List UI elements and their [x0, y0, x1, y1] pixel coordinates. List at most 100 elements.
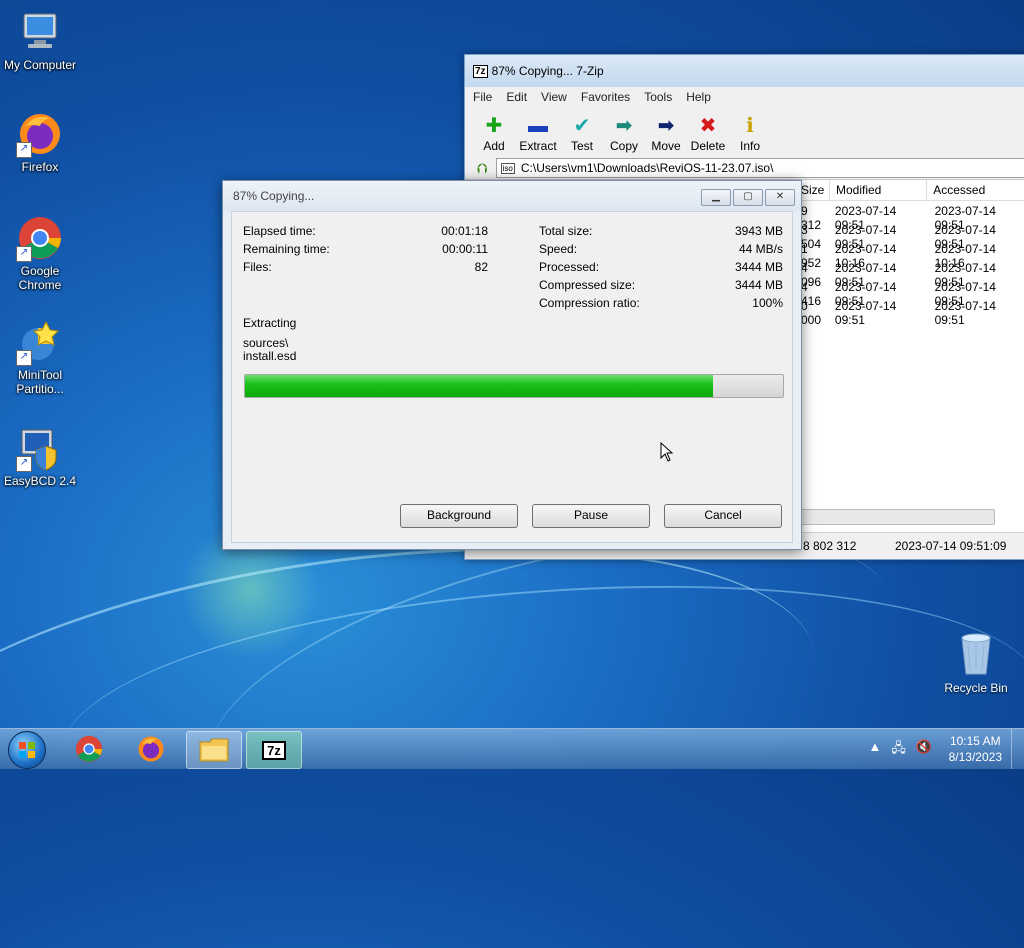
- cell-modified: 2023-07-14 09:51: [834, 280, 897, 308]
- column-modified[interactable]: Modified: [830, 180, 928, 200]
- move-button[interactable]: ➡ Move: [645, 113, 687, 157]
- dialog-title: 87% Copying...: [233, 189, 315, 203]
- clock[interactable]: 10:15 AM 8/13/2023: [949, 733, 1002, 765]
- test-button[interactable]: ✔ Test: [561, 113, 603, 157]
- delete-button[interactable]: ✖ Delete: [687, 113, 729, 157]
- wallpaper-swoosh: [0, 494, 838, 948]
- table-row[interactable]: 0 000 2023-07-14 09:51 2023-07-14 09:51: [795, 296, 1024, 327]
- progress-bar: [244, 374, 784, 398]
- cell-accessed: 2023-07-14 09:51: [934, 204, 996, 232]
- taskbar-firefox[interactable]: [124, 731, 178, 767]
- desktop-icon-firefox[interactable]: ↗ Firefox: [0, 110, 80, 174]
- button-label: Move: [651, 139, 681, 153]
- status-size: 8 802 312: [803, 539, 857, 553]
- files-label: Files:: [243, 260, 272, 274]
- desktop-icon-label: EasyBCD 2.4: [3, 474, 77, 488]
- up-folder-icon[interactable]: ⮉: [477, 160, 488, 177]
- compression-ratio-value: 100%: [752, 296, 783, 310]
- arrow-right-icon: ➡: [657, 115, 675, 137]
- menu-help[interactable]: Help: [686, 90, 711, 104]
- taskbar-file-explorer[interactable]: [186, 731, 242, 769]
- desktop-icon-my-computer[interactable]: My Computer: [0, 8, 80, 72]
- toolbar: ✚ Add ▬ Extract ✔ Test ➡ Copy ➡ Move ✖ Delete …: [465, 107, 1024, 157]
- menu-edit[interactable]: Edit: [506, 90, 527, 104]
- files-value: 82: [474, 260, 488, 274]
- table-row[interactable]: 4 416 2023-07-14 09:51 2023-07-14 09:51: [795, 277, 1024, 308]
- cell-modified: 2023-07-14 09:51: [834, 204, 897, 232]
- action-text: Extracting: [243, 316, 297, 330]
- minitool-icon: ↗: [16, 318, 64, 366]
- show-desktop-button[interactable]: [1011, 729, 1024, 769]
- cancel-button[interactable]: Cancel: [664, 504, 782, 528]
- menu-view[interactable]: View: [541, 90, 567, 104]
- plus-icon: ✚: [485, 115, 503, 137]
- table-row[interactable]: 4 096 2023-07-14 09:51 2023-07-14 09:51: [795, 258, 1024, 289]
- horizontal-scrollbar[interactable]: [801, 509, 995, 525]
- show-hidden-icons-icon[interactable]: ▲: [868, 739, 881, 761]
- mouse-cursor-icon: [660, 442, 674, 462]
- taskbar-chrome[interactable]: [62, 731, 116, 767]
- cell-accessed: 2023-07-14 09:51: [934, 223, 996, 251]
- shortcut-arrow-icon: ↗: [16, 142, 32, 158]
- table-row[interactable]: 9 312 2023-07-14 09:51 2023-07-14 09:51: [795, 201, 1024, 232]
- info-button[interactable]: ℹ Info: [729, 113, 771, 157]
- desktop-icon-easybcd[interactable]: ↗ EasyBCD 2.4: [0, 424, 80, 488]
- firefox-icon: ↗: [16, 110, 64, 158]
- copy-progress-dialog[interactable]: 87% Copying... ▁ ▢ ✕ Elapsed time: 00:01…: [222, 180, 802, 550]
- taskbar-7zip[interactable]: 7z: [246, 731, 302, 769]
- current-path-file: install.esd: [243, 349, 297, 363]
- button-label: Info: [739, 139, 760, 153]
- pause-button[interactable]: Pause: [532, 504, 650, 528]
- 7zip-titlebar[interactable]: 7z 87% Copying... 7-Zip: [465, 55, 1024, 87]
- recycle-bin-icon: [961, 633, 991, 675]
- check-icon: ✔: [573, 115, 591, 137]
- menu-favorites[interactable]: Favorites: [581, 90, 630, 104]
- shortcut-arrow-icon: ↗: [16, 456, 32, 472]
- cell-modified: 2023-07-14 09:51: [834, 261, 897, 289]
- iso-file-icon: iso: [500, 162, 515, 174]
- extract-button[interactable]: ▬ Extract: [515, 113, 561, 157]
- total-size-label: Total size:: [539, 224, 593, 238]
- cell-accessed: 2023-07-14 09:51: [934, 261, 996, 289]
- folder-icon: [199, 738, 229, 762]
- table-row[interactable]: 3 504 2023-07-14 09:51 2023-07-14 09:51: [795, 220, 1024, 251]
- start-button[interactable]: [8, 731, 46, 769]
- current-path-folder: sources\: [243, 336, 289, 350]
- status-date: 2023-07-14 09:51:09: [895, 539, 1007, 553]
- easybcd-icon: ↗: [16, 424, 64, 472]
- volume-muted-icon[interactable]: 🔇: [916, 739, 932, 761]
- close-button[interactable]: ✕: [765, 189, 795, 206]
- 7zip-logo-icon: 7z: [473, 64, 488, 78]
- button-label: Test: [570, 139, 593, 153]
- desktop-icon-label: Recycle Bin: [944, 681, 1008, 695]
- dialog-body: Elapsed time: 00:01:18 Remaining time: 0…: [231, 211, 793, 543]
- background-button[interactable]: Background: [400, 504, 518, 528]
- clock-time: 10:15 AM: [949, 734, 1001, 748]
- minus-icon: ▬: [528, 115, 548, 137]
- desktop-icon-label: MiniTool Partitio...: [16, 368, 64, 396]
- desktop-icon-minitool[interactable]: ↗ MiniTool Partitio...: [0, 318, 80, 396]
- processed-value: 3444 MB: [734, 260, 783, 274]
- menu-tools[interactable]: Tools: [644, 90, 672, 104]
- menu-file[interactable]: File: [473, 90, 492, 104]
- minimize-button[interactable]: ▁: [701, 189, 731, 206]
- add-button[interactable]: ✚ Add: [473, 113, 515, 157]
- path-field[interactable]: iso C:\Users\vm1\Downloads\ReviOS-11-23.…: [495, 158, 1024, 178]
- desktop-icon-chrome[interactable]: ↗ Google Chrome: [0, 214, 80, 292]
- button-label: Add: [483, 139, 505, 153]
- cell-accessed: 2023-07-14 10:16: [934, 242, 996, 270]
- cell-modified: 2023-07-14 09:51: [834, 299, 897, 327]
- copy-button[interactable]: ➡ Copy: [603, 113, 645, 157]
- chrome-icon: [75, 735, 103, 763]
- desktop-icon-recycle-bin[interactable]: Recycle Bin: [936, 630, 1016, 695]
- maximize-button[interactable]: ▢: [733, 189, 763, 206]
- remaining-label: Remaining time:: [243, 242, 330, 256]
- table-row[interactable]: 1 952 2023-07-14 10:16 2023-07-14 10:16: [795, 239, 1024, 270]
- processed-label: Processed:: [539, 260, 600, 274]
- column-accessed[interactable]: Accessed: [927, 180, 1024, 200]
- desktop-icon-label: Firefox: [21, 160, 59, 174]
- network-icon[interactable]: 🖧: [891, 739, 906, 761]
- 7zip-logo-icon: 7z: [262, 740, 286, 760]
- shortcut-arrow-icon: ↗: [16, 246, 32, 262]
- button-label: Delete: [690, 139, 726, 153]
